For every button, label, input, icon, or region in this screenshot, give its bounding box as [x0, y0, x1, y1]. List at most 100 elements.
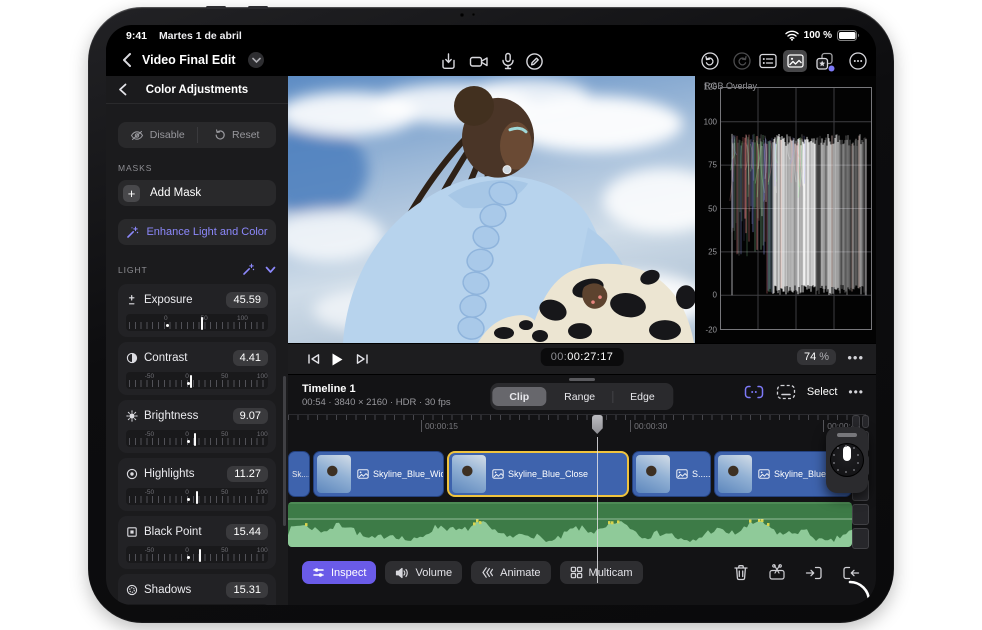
- mode-edge[interactable]: Edge: [613, 387, 672, 406]
- animate-icon: [481, 566, 494, 579]
- skip-back-icon[interactable]: [302, 350, 324, 368]
- mode-clip[interactable]: Clip: [492, 387, 547, 406]
- value-cursor[interactable]: [190, 375, 193, 388]
- clip-thumbnail: [317, 455, 351, 493]
- clip-skyline-blue-close[interactable]: Skyline_Blue_Close: [447, 451, 629, 497]
- image-icon: [758, 469, 770, 479]
- slider-ruler[interactable]: -50050100: [126, 604, 268, 605]
- clip-name: S......: [692, 469, 710, 479]
- project-title[interactable]: Video Final Edit: [142, 53, 236, 67]
- slider-ruler[interactable]: -50050100: [126, 488, 268, 505]
- add-mask-label: Add Mask: [150, 187, 202, 199]
- ruler-label: 00:00:15: [420, 420, 458, 432]
- project-title-chevron-icon[interactable]: [248, 52, 264, 68]
- slider-ruler[interactable]: -50050100: [126, 546, 268, 563]
- masks-heading: MASKS: [118, 163, 153, 173]
- timeline-ruler[interactable]: 00:00:15 00:00:30 00:00:45: [288, 414, 866, 438]
- image-icon: [492, 469, 504, 479]
- tool-volume[interactable]: Volume: [385, 561, 463, 584]
- playhead[interactable]: [596, 437, 599, 583]
- slider-label: Exposure: [144, 294, 193, 306]
- jog-wheel-handle[interactable]: [837, 433, 857, 437]
- slider-black-point: Black Point 15.44 -50 0 50 100: [118, 516, 276, 569]
- slider-ruler[interactable]: -50050100: [126, 430, 268, 447]
- jog-dial[interactable]: [830, 443, 864, 477]
- slider-value[interactable]: 15.31: [226, 582, 268, 598]
- ruler-tick-label: 50: [221, 489, 229, 496]
- pencil-icon[interactable]: [522, 50, 546, 72]
- slider-label: Brightness: [144, 410, 199, 422]
- scrollbar[interactable]: [283, 376, 286, 526]
- collapse-chevron-icon[interactable]: [265, 266, 276, 274]
- select-tool[interactable]: Select: [807, 386, 838, 398]
- battery-percent: 100 %: [803, 30, 832, 41]
- ruler-tick-label: -50: [144, 373, 155, 380]
- play-icon[interactable]: [326, 350, 348, 368]
- inspector-icon[interactable]: [756, 50, 780, 72]
- slider-value[interactable]: 11.27: [227, 466, 268, 482]
- ruler-tick-label: 100: [256, 489, 268, 496]
- value-cursor[interactable]: [200, 317, 203, 330]
- battery-icon: [837, 30, 860, 41]
- clip-thumbnail: [452, 455, 486, 493]
- timecode-display[interactable]: 00:00:27:17: [540, 348, 624, 366]
- clip-sk[interactable]: Sk......: [288, 451, 310, 497]
- clip-skyline-blue-wide[interactable]: Skyline_Blue_Wide: [313, 451, 444, 497]
- eye-slash-icon: [130, 130, 144, 141]
- tool-inspect[interactable]: Inspect: [302, 561, 377, 584]
- disable-button[interactable]: Disable: [118, 122, 197, 148]
- insert-clip-icon[interactable]: [805, 565, 823, 581]
- back-button[interactable]: [120, 50, 136, 75]
- value-cursor[interactable]: [195, 491, 198, 504]
- slider-exposure: Exposure 45.59 0 50 100: [118, 284, 276, 337]
- jog-wheel[interactable]: [826, 427, 868, 493]
- clip-thumbnail: [718, 455, 752, 493]
- viewer-zoom-level[interactable]: 74%: [796, 349, 836, 365]
- tool-label: Inspect: [331, 566, 367, 579]
- export-icon[interactable]: [436, 50, 460, 72]
- camera-icon[interactable]: [467, 50, 491, 72]
- tool-animate[interactable]: Animate: [471, 561, 551, 584]
- add-mask-button[interactable]: + Add Mask: [118, 180, 276, 206]
- timeline-more-icon[interactable]: •••: [848, 385, 864, 399]
- auto-enhance-icon[interactable]: [242, 263, 255, 276]
- magic-wand-icon: [126, 226, 139, 239]
- value-cursor[interactable]: [193, 433, 196, 446]
- slider-value[interactable]: 45.59: [226, 292, 268, 308]
- magnetic-timeline-icon[interactable]: [743, 384, 765, 400]
- status-date: Martes 1 de abril: [158, 30, 242, 42]
- audio-track[interactable]: [288, 502, 852, 547]
- slider-value[interactable]: 15.44: [226, 524, 268, 540]
- enhance-button[interactable]: Enhance Light and Color: [118, 219, 276, 245]
- timeline-drag-handle[interactable]: [569, 378, 595, 381]
- effects-icon[interactable]: [813, 50, 837, 72]
- slider-value[interactable]: 4.41: [232, 350, 268, 366]
- media-icon[interactable]: [783, 50, 807, 72]
- panel-title: Color Adjustments: [145, 83, 249, 96]
- undo-icon[interactable]: [698, 50, 722, 72]
- more-icon[interactable]: [846, 50, 870, 72]
- plus-icon: +: [123, 184, 140, 202]
- tool-label: Volume: [415, 566, 453, 579]
- timeline-name: Timeline 1: [302, 383, 356, 395]
- mode-range[interactable]: Range: [547, 387, 612, 406]
- viewer-more-icon[interactable]: •••: [847, 350, 864, 365]
- clock: 9:41: [126, 30, 148, 42]
- panel-back-button[interactable]: [116, 81, 130, 103]
- reset-button[interactable]: Reset: [198, 122, 277, 148]
- video-preview[interactable]: [288, 76, 695, 343]
- trash-icon[interactable]: [733, 564, 749, 581]
- skip-forward-icon[interactable]: [351, 350, 373, 368]
- mic-icon[interactable]: [496, 50, 520, 72]
- multicam-icon: [570, 566, 583, 579]
- slider-ruler[interactable]: -50050100: [126, 372, 268, 389]
- snapping-icon[interactable]: [776, 384, 796, 400]
- tool-multicam[interactable]: Multicam: [559, 561, 643, 584]
- slider-ruler[interactable]: 0 50 100: [126, 314, 268, 331]
- value-cursor[interactable]: [198, 549, 201, 562]
- slider-value[interactable]: 9.07: [232, 408, 268, 424]
- app-toolbar: Video Final Edit: [106, 46, 876, 76]
- split-clip-icon[interactable]: [768, 564, 786, 581]
- clip-s[interactable]: S......: [632, 451, 711, 497]
- disable-reset-control: Disable Reset: [118, 122, 276, 148]
